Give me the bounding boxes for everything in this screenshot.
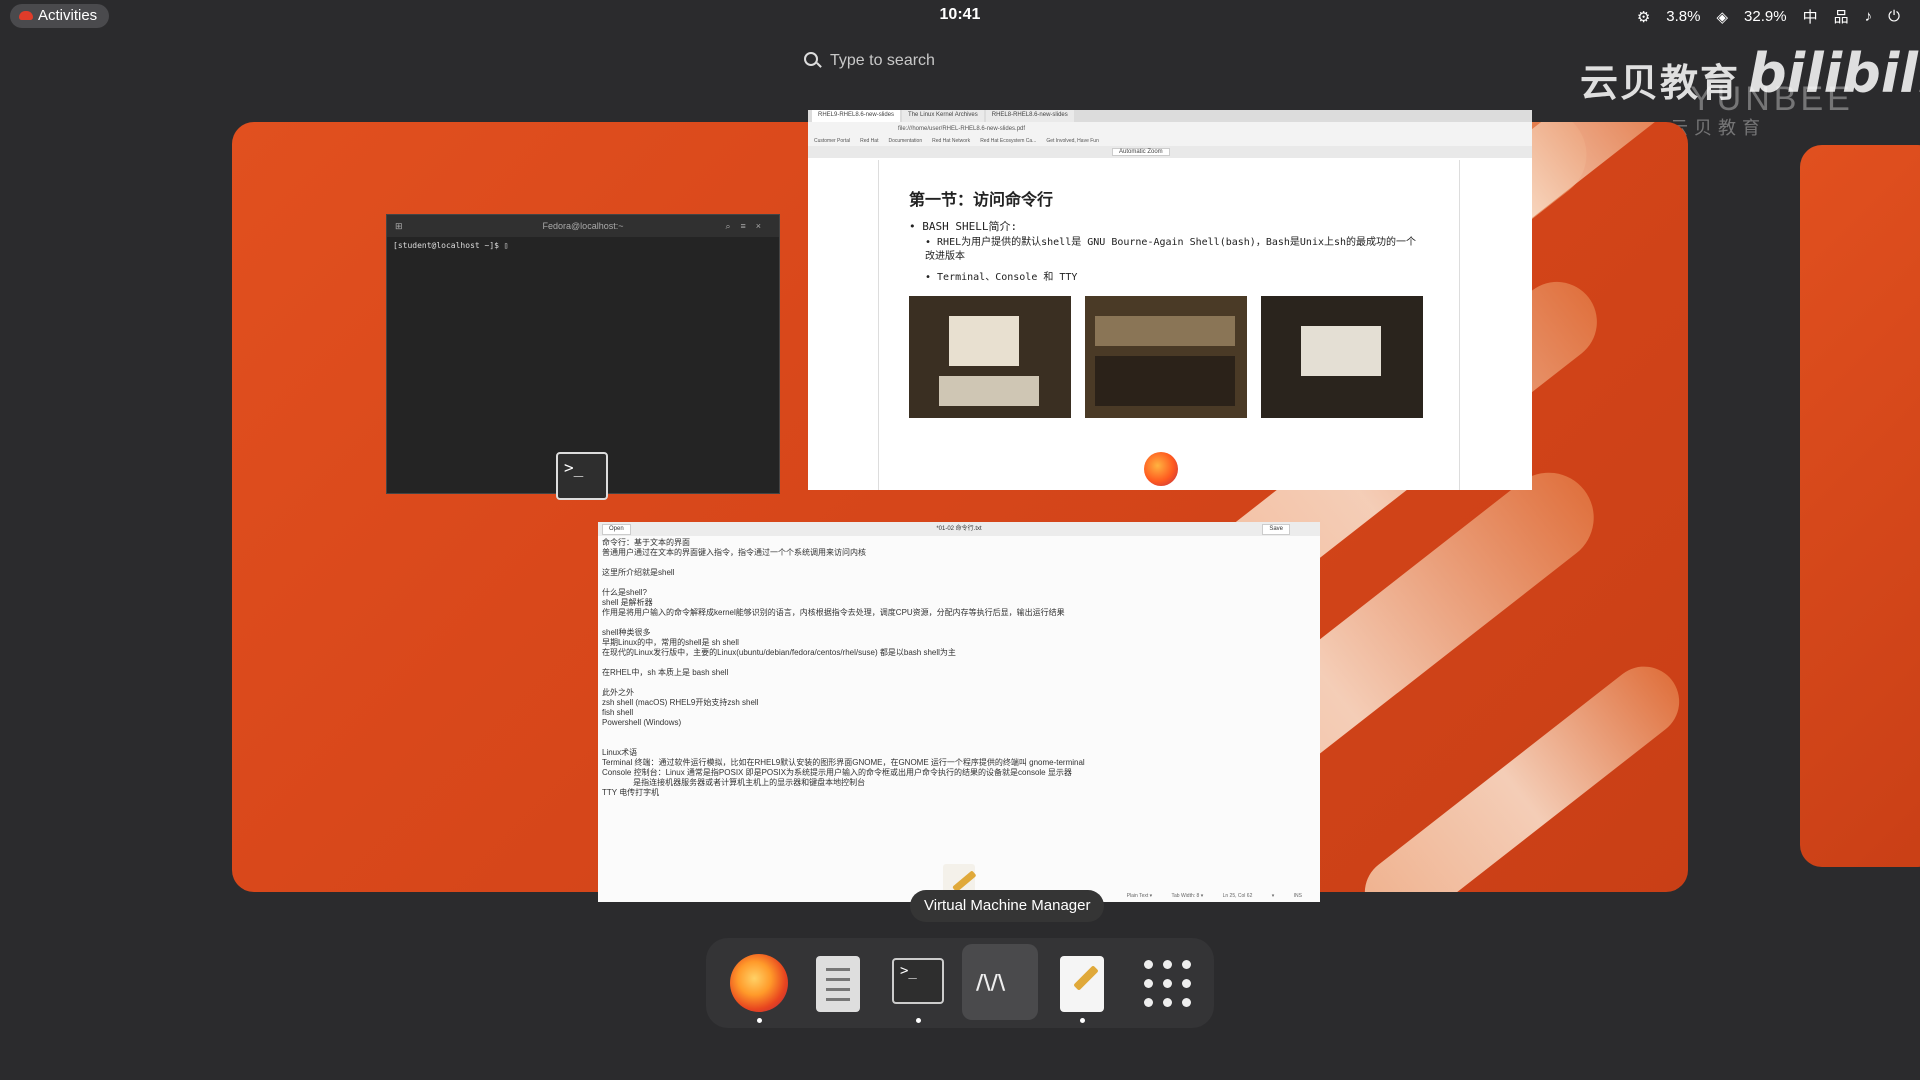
bookmarks-bar: Customer Portal Red Hat Documentation Re… [808, 136, 1532, 146]
window-controls[interactable]: ⌕≡× [725, 215, 771, 237]
save-button[interactable]: Save [1262, 524, 1290, 535]
insert-mode: INS [1293, 893, 1302, 899]
text-editor-icon[interactable] [1060, 956, 1104, 1012]
slide-heading: 第一节：访问命令行 [909, 190, 1054, 209]
cpu-usage: 3.8% [1666, 8, 1701, 25]
memory-icon: ◈ [1716, 8, 1729, 26]
editor-line: Linux术语 [602, 748, 638, 757]
virtual-machine-manager-icon[interactable] [962, 944, 1038, 1020]
editor-line: 命令行：基于文本的界面 [602, 538, 690, 547]
editor-line: 在RHEL中，sh 本质上是 bash shell [602, 668, 729, 677]
editor-line: shell 是解析器 [602, 598, 653, 607]
bookmark[interactable]: Red Hat [860, 136, 878, 146]
open-button[interactable]: Open [602, 524, 631, 535]
browser-tab[interactable]: RHEL9-RHEL8.6-new-slides [812, 110, 901, 122]
editor-line: 早期Linux的中，常用的shell是 sh shell [602, 638, 739, 647]
system-tray[interactable]: ⚙ 3.8% ◈ 32.9% 中 品 ♪ ⏻ [1637, 6, 1900, 27]
top-bar: Activities 10:41 ⚙ 3.8% ◈ 32.9% 中 品 ♪ ⏻ [0, 0, 1920, 32]
editor-headerbar: *01-02 命令行.txt Open Save [598, 522, 1320, 536]
editor-line: 作用是将用户输入的命令解释成kernel能够识别的语言，内核根据指令去处理，调度… [602, 608, 1065, 617]
pdf-page: 第一节：访问命令行 • BASH SHELL简介: • RHEL为用户提供的默认… [878, 160, 1460, 490]
editor-line: 这里所介绍就是shell [602, 568, 675, 577]
url-bar[interactable]: file:///home/user/RHEL-RHEL8.6-new-slide… [808, 122, 1532, 136]
language-select[interactable]: Plain Text ▾ [1127, 893, 1153, 899]
firefox-app-icon [1144, 452, 1178, 486]
editor-line: 此外之外 [602, 688, 634, 697]
terminal-title: Fedora@localhost:~ [542, 221, 624, 231]
running-indicator [1080, 1018, 1085, 1023]
terminal-app-icon: >_ [556, 452, 608, 500]
search-entry[interactable]: Type to search [800, 50, 1120, 74]
bookmark[interactable]: Get Involved, Have Fun [1046, 136, 1099, 146]
clock[interactable]: 10:41 [0, 6, 1920, 24]
cpu-icon: ⚙ [1636, 8, 1651, 26]
tty-photo [1261, 296, 1423, 418]
slide-bullet: • BASH SHELL简介: [909, 220, 1018, 233]
search-placeholder: Type to search [830, 52, 935, 69]
browser-tab[interactable]: The Linux Kernel Archives [902, 110, 984, 122]
editor-line: 在现代的Linux发行版中，主要的Linux(ubuntu/debian/fed… [602, 648, 956, 657]
running-indicator [916, 1018, 921, 1023]
dock-tooltip: Virtual Machine Manager [910, 890, 1105, 922]
bookmark[interactable]: Red Hat Ecosystem Ca... [980, 136, 1036, 146]
editor-line: Terminal 终端：通过软件运行模拟，比如在RHEL9默认安装的图形界面GN… [602, 758, 1085, 767]
editor-line: Console 控制台：Linux 通常是指POSIX 即是POSIX为系统提示… [602, 768, 1072, 777]
workspace-thumbnail-next[interactable] [1800, 145, 1920, 867]
slide-bullet: • RHEL为用户提供的默认shell是 GNU Bourne-Again Sh… [925, 237, 1417, 262]
editor-line: fish shell [602, 708, 634, 717]
bookmark[interactable]: Customer Portal [814, 136, 850, 146]
tab-width-select[interactable]: Tab Width: 8 ▾ [1172, 893, 1204, 899]
statusbar-menu[interactable]: ▾ [1272, 893, 1275, 899]
terminal-prompt[interactable]: [student@localhost ~]$ ▯ [387, 237, 779, 254]
editor-line: shell种类很多 [602, 628, 651, 637]
input-method[interactable]: 中 [1803, 6, 1818, 27]
files-icon[interactable] [816, 956, 860, 1012]
terminal-photo [909, 296, 1071, 418]
editor-line: 普通用户通过在文本的界面键入指令，指令通过一个个系统调用来访问内核 [602, 548, 866, 557]
power-icon[interactable]: ⏻ [1888, 8, 1900, 25]
bookmark[interactable]: Documentation [888, 136, 922, 146]
editor-line: zsh shell (macOS) RHEL9开始支持zsh shell [602, 698, 759, 707]
running-indicator [757, 1018, 762, 1023]
editor-title: *01-02 命令行.txt [936, 526, 982, 532]
text-editor-window[interactable]: *01-02 命令行.txt Open Save 命令行：基于文本的界面 普通用户… [598, 522, 1320, 902]
slide-bullet: • Terminal、Console 和 TTY [925, 272, 1078, 283]
firefox-window[interactable]: RHEL9-RHEL8.6-new-slides The Linux Kerne… [808, 110, 1532, 490]
browser-tabs: RHEL9-RHEL8.6-new-slides The Linux Kerne… [808, 110, 1532, 122]
search-icon [804, 52, 818, 66]
editor-line: 什么是shell? [602, 588, 647, 597]
firefox-icon[interactable] [730, 954, 788, 1012]
editor-line: TTY 电传打字机 [602, 788, 660, 797]
memory-usage: 32.9% [1744, 8, 1787, 25]
editor-line: Powershell (Windows) [602, 718, 682, 727]
volume-icon[interactable]: ♪ [1865, 8, 1873, 25]
cursor-position: Ln 25, Col 62 [1222, 893, 1253, 899]
watermark-bilibili: bilibili [1748, 42, 1920, 105]
new-tab-icon[interactable]: ⊞ [395, 215, 403, 237]
terminal-titlebar: ⊞ Fedora@localhost:~ ⌕≡× [387, 215, 779, 237]
editor-text-area[interactable]: 命令行：基于文本的界面 普通用户通过在文本的界面键入指令，指令通过一个个系统调用来… [598, 536, 1320, 800]
show-apps-icon[interactable] [1144, 960, 1192, 1008]
console-photo [1085, 296, 1247, 418]
editor-line: 是指连接机器服务器或者计算机主机上的显示器和键盘本地控制台 [602, 778, 866, 787]
dash: >_ [706, 938, 1214, 1028]
browser-tab[interactable]: RHEL8-RHEL8.6-new-slides [985, 110, 1074, 122]
zoom-select[interactable]: Automatic Zoom [1112, 148, 1170, 156]
network-icon[interactable]: 品 [1834, 6, 1849, 27]
terminal-icon[interactable]: >_ [892, 958, 944, 1004]
pdf-toolbar: Automatic Zoom [808, 146, 1532, 158]
bookmark[interactable]: Red Hat Network [932, 136, 970, 146]
